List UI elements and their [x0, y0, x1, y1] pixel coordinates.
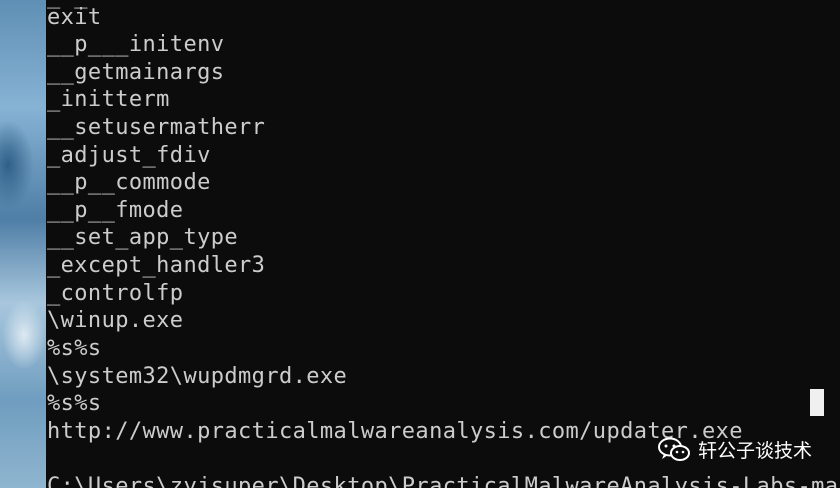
console-line: _initterm [47, 87, 170, 112]
watermark-text: 轩公子谈技术 [697, 440, 812, 462]
screenshot: _ _ exit __p___initenv __getmainargs _in… [0, 0, 840, 488]
console-line: __p__commode [47, 170, 211, 195]
console-line: __p___initenv [47, 32, 225, 57]
console-line: _adjust_fdiv [47, 143, 211, 168]
watermark: 轩公子谈技术 [657, 436, 812, 463]
wallpaper-shape [2, 300, 46, 370]
console-line: __p__fmode [47, 198, 184, 223]
console-line: %s%s [47, 336, 102, 361]
wechat-icon [657, 437, 690, 461]
console-line: __getmainargs [47, 60, 225, 85]
console-line: %s%s [47, 391, 102, 416]
console-line: __set_app_type [47, 225, 239, 250]
console-line: http://www.practicalmalwareanalysis.com/… [47, 419, 743, 444]
console-line: \system32\wupdmgrd.exe [47, 364, 348, 389]
console-line: C:\Users\zyjsuper\Desktop\PracticalMalwa… [47, 474, 840, 488]
console-line: exit [47, 5, 102, 30]
console-line: __setusermatherr [47, 115, 266, 140]
console-window[interactable]: _ _ exit __p___initenv __getmainargs _in… [46, 0, 840, 488]
console-line: \winup.exe [47, 308, 184, 333]
wallpaper-shape [0, 120, 34, 210]
text-cursor [810, 389, 824, 416]
console-line: _controlfp [47, 281, 184, 306]
desktop-background [0, 0, 46, 488]
console-line: _except_handler3 [47, 253, 266, 278]
